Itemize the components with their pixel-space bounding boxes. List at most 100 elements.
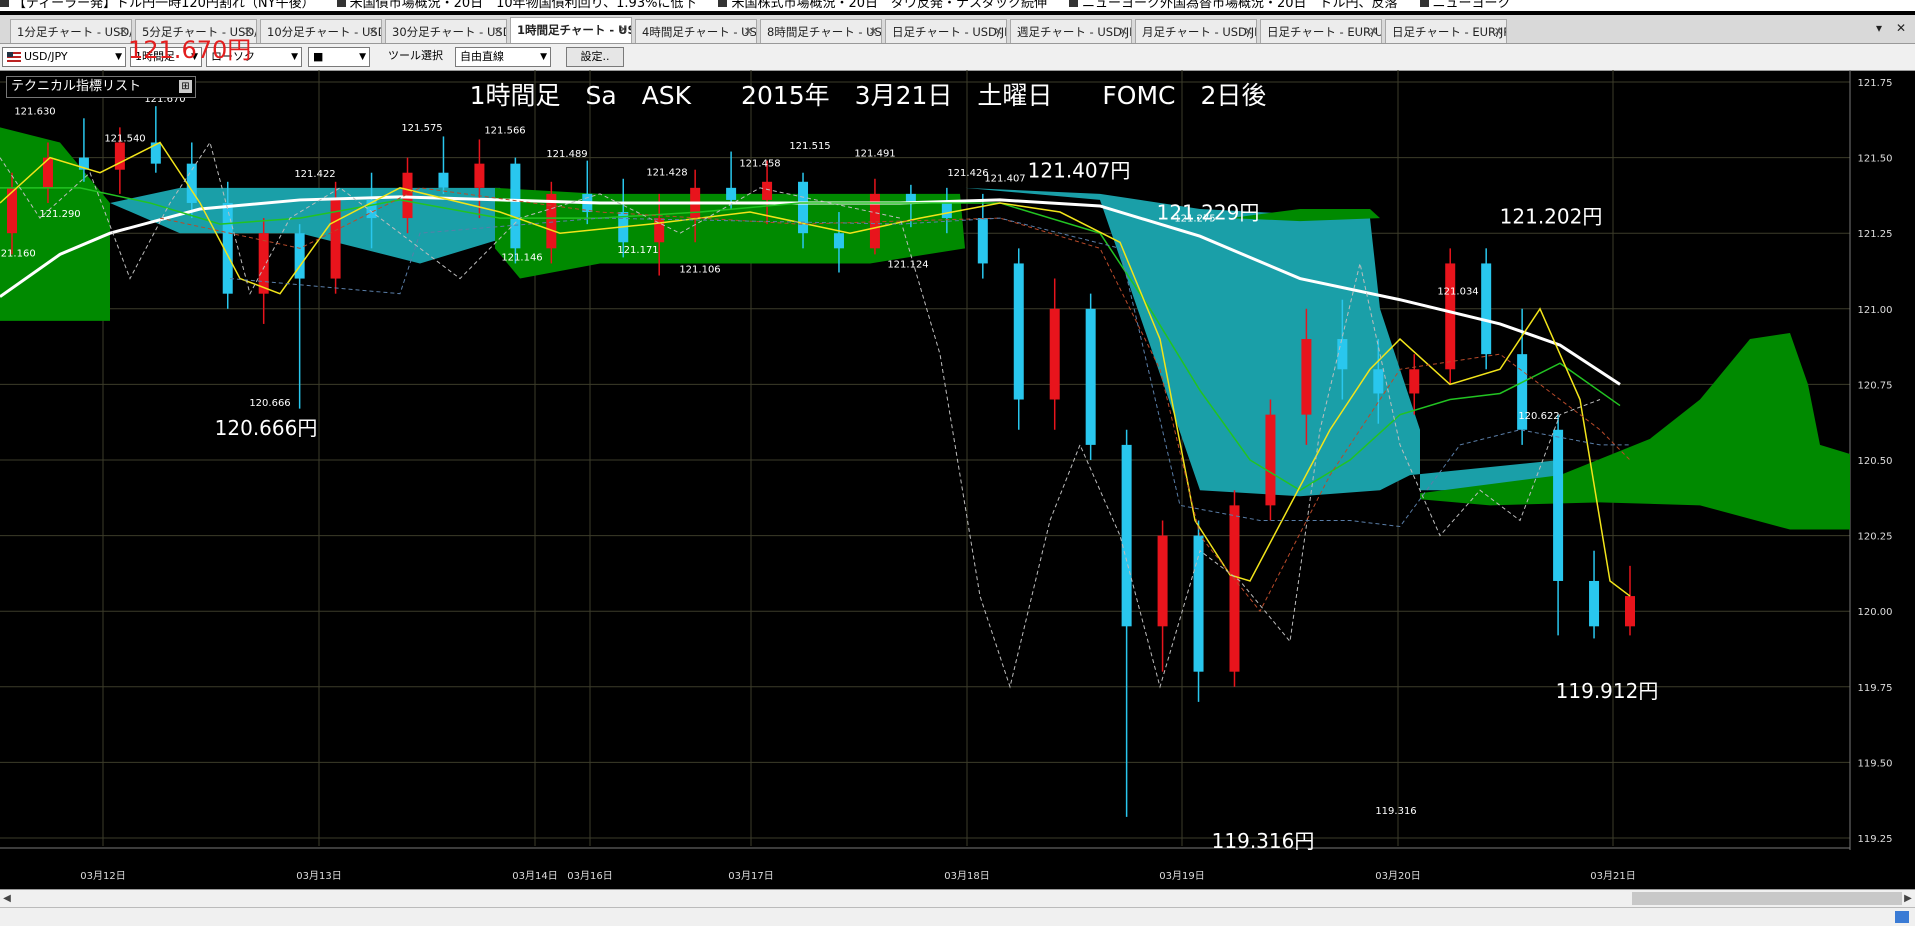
scroll-right-icon[interactable]: ▶	[1901, 890, 1915, 907]
price-label: 121.540	[104, 134, 145, 145]
tab-chart-1[interactable]: 1分足チャート - USD/JPY✕	[10, 19, 132, 43]
candle-body	[1481, 263, 1492, 355]
tab-label: 日足チャート - EUR/USD	[1267, 25, 1381, 39]
close-icon[interactable]: ✕	[1244, 20, 1253, 43]
y-axis-tick-label: 120.75	[1858, 380, 1893, 391]
close-icon[interactable]: ✕	[994, 20, 1003, 43]
price-overlay-label: 121.670円	[128, 36, 252, 64]
pair-select-value: USD/JPY	[24, 50, 68, 63]
candle-body	[114, 142, 125, 170]
price-label: 121.489	[546, 149, 587, 160]
close-icon[interactable]: ✕	[619, 18, 628, 42]
close-icon[interactable]: ✕	[1494, 20, 1503, 43]
news-ticker[interactable]: 【ディーラー発】ドル円一時120円割れ（NY午後） 米国債市場概況・20日 10年…	[0, 0, 1915, 11]
color-select[interactable]: ■ ▼	[308, 47, 370, 67]
price-label: 121.515	[789, 141, 830, 152]
news-item[interactable]: 【ディーラー発】ドル円一時120円割れ（NY午後）	[0, 0, 315, 10]
x-axis-tick-label: 03月12日	[80, 870, 125, 882]
tab-chart-3[interactable]: 10分足チャート - USD/JPY✕	[260, 19, 382, 43]
x-axis-tick-label: 03月19日	[1159, 870, 1204, 882]
close-icon[interactable]: ✕	[744, 20, 753, 43]
tab-label: 1時間足チャート - USD/JPY	[517, 23, 631, 37]
candle-body	[977, 218, 988, 264]
price-label: 121.160	[0, 248, 36, 259]
scrollbar-thumb[interactable]	[1632, 892, 1902, 905]
price-annotation: 120.666円	[215, 416, 318, 440]
candle-body	[833, 233, 844, 249]
candle-body	[438, 172, 449, 188]
scroll-left-icon[interactable]: ◀	[0, 890, 14, 907]
horizontal-scrollbar[interactable]: ◀ ▶	[0, 889, 1915, 908]
pair-select[interactable]: USD/JPY ▼	[2, 47, 126, 67]
price-label: 119.316	[1375, 806, 1416, 817]
price-label: 121.034	[1437, 287, 1478, 298]
tab-chart-12[interactable]: 日足チャート - EUR/JPY ✕	[1385, 19, 1507, 43]
x-axis-tick-label: 03月14日	[512, 870, 557, 882]
close-icon[interactable]: ✕	[1369, 20, 1378, 43]
close-icon[interactable]: ✕	[494, 20, 503, 43]
candle-body	[258, 233, 269, 294]
close-icon[interactable]: ✕	[369, 20, 378, 43]
x-axis-tick-label: 03月20日	[1375, 870, 1420, 882]
price-label: 121.575	[401, 123, 442, 134]
tab-chart-5[interactable]: 1時間足チャート - USD/JPY✕	[510, 17, 632, 43]
close-icon[interactable]: ✕	[1119, 20, 1128, 43]
tool-select-label: ツール選択	[388, 49, 443, 62]
tab-label: 日足チャート - EUR/JPY	[1392, 25, 1507, 39]
candle-body	[1121, 444, 1132, 627]
notification-icon[interactable]	[1895, 911, 1909, 923]
close-icon[interactable]: ✕	[869, 20, 878, 43]
tab-chart-10[interactable]: 月足チャート - USD/JPY ✕	[1135, 19, 1257, 43]
expand-icon[interactable]: ⊞	[179, 80, 192, 93]
tool-select[interactable]: 自由直線 ▼	[455, 47, 551, 67]
candle-body	[1589, 580, 1600, 627]
price-annotation: 121.229円	[1157, 201, 1260, 225]
tab-chart-8[interactable]: 日足チャート - USD/JPY ✕	[885, 19, 1007, 43]
tab-label: 4時間足チャート - USD/JPY	[642, 25, 757, 39]
price-label: 120.622	[1518, 411, 1559, 422]
y-axis-tick-label: 121.75	[1858, 78, 1893, 89]
chevron-down-icon: ▼	[540, 52, 547, 62]
y-axis-tick-label: 120.25	[1858, 532, 1893, 543]
news-item[interactable]: ニューヨーク外国為替市場概況・20日 ドル円、反落	[1069, 0, 1398, 10]
tab-chart-7[interactable]: 8時間足チャート - USD/JPY✕	[760, 19, 882, 43]
candle-body	[1553, 429, 1564, 581]
price-annotation: 121.407円	[1028, 159, 1131, 183]
tab-label: 8時間足チャート - USD/JPY	[767, 25, 882, 39]
technical-indicator-list[interactable]: テクニカル指標リスト ⊞	[6, 76, 196, 98]
tab-label: 30分足チャート - USD/JPY	[392, 25, 506, 39]
news-item[interactable]: 米国株式市場概況・20日 ダウ反発・ナスダック続伸	[718, 0, 1047, 10]
status-bar	[0, 907, 1915, 926]
tab-chart-4[interactable]: 30分足チャート - USD/JPY✕	[385, 19, 507, 43]
tab-label: 月足チャート - USD/JPY	[1142, 25, 1257, 39]
y-axis-tick-label: 121.25	[1858, 229, 1893, 240]
y-axis-tick-label: 119.25	[1858, 834, 1893, 845]
chart-toolbar: USD/JPY ▼ 1時間足 ▼ ローソク ▼ ■ ▼ ツール選択 自由直線 ▼ 設定..	[0, 44, 1915, 71]
candle-body	[1445, 263, 1456, 370]
close-icon[interactable]: ✕	[119, 20, 128, 43]
x-axis-tick-label: 03月17日	[728, 870, 773, 882]
price-annotation: 119.316円	[1212, 829, 1315, 853]
price-chart[interactable]: 121.75 121.50 121.25 121.00 120.75 120.50 120.…	[0, 70, 1915, 888]
price-label: 121.124	[887, 259, 928, 270]
news-item[interactable]: 米国債市場概況・20日 10年物国債利回り、1.93%に低下	[337, 0, 697, 10]
price-label: 121.566	[484, 126, 525, 137]
tab-chart-9[interactable]: 週足チャート - USD/JPY ✕	[1010, 19, 1132, 43]
tab-label: 日足チャート - USD/JPY	[892, 25, 1007, 39]
chevron-down-icon: ▼	[359, 52, 366, 62]
settings-button[interactable]: 設定..	[566, 47, 624, 67]
price-label: 121.428	[646, 167, 687, 178]
candle-body	[1265, 414, 1276, 506]
tab-list-dropdown-icon[interactable]: ▾	[1876, 21, 1882, 35]
tab-label: 週足チャート - USD/JPY	[1017, 25, 1132, 39]
tab-chart-6[interactable]: 4時間足チャート - USD/JPY✕	[635, 19, 757, 43]
candle-body	[474, 163, 485, 188]
close-all-icon[interactable]: ✕	[1896, 21, 1906, 35]
candle-body	[1085, 308, 1096, 445]
candle-body	[762, 181, 773, 200]
tab-chart-11[interactable]: 日足チャート - EUR/USD✕	[1260, 19, 1382, 43]
candle-body	[941, 202, 952, 219]
price-label: 121.407	[984, 174, 1025, 185]
news-item[interactable]: ニューヨーク	[1420, 0, 1511, 10]
tab-label: 1分足チャート - USD/JPY	[17, 25, 131, 39]
